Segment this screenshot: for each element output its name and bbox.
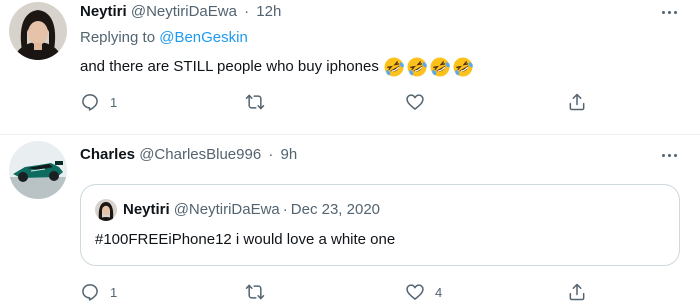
tweet-timestamp[interactable]: 9h bbox=[281, 146, 298, 163]
quoted-tweet-card[interactable]: Neytiri @NeytiriDaEwa · Dec 23, 2020 #10… bbox=[80, 184, 680, 266]
tweet-text: and there are STILL people who buy iphon… bbox=[80, 56, 474, 78]
tweet-text-content: and there are STILL people who buy iphon… bbox=[80, 58, 379, 75]
more-icon[interactable] bbox=[658, 7, 680, 17]
heart-icon bbox=[406, 284, 424, 300]
replying-to-handle-link[interactable]: @BenGeskin bbox=[159, 29, 248, 46]
reply-icon bbox=[82, 284, 98, 301]
reply-count: 1 bbox=[110, 284, 118, 300]
reply-button[interactable]: 1 bbox=[80, 91, 117, 113]
share-button[interactable] bbox=[567, 281, 587, 303]
author-avatar[interactable] bbox=[9, 141, 67, 199]
tweet-quote[interactable]: Charles @CharlesBlue996 · 9h Neytiri @Ne… bbox=[0, 135, 700, 307]
quoted-tweet-date: Dec 23, 2020 bbox=[290, 201, 381, 218]
author-handle[interactable]: @CharlesBlue996 bbox=[139, 146, 261, 163]
rolling-on-floor-laughing-icon bbox=[407, 57, 427, 77]
retweet-icon bbox=[245, 94, 265, 110]
retweet-icon bbox=[245, 284, 265, 300]
like-button[interactable]: 4 bbox=[405, 281, 442, 303]
heart-icon bbox=[406, 94, 424, 110]
emoji-group bbox=[383, 56, 474, 78]
retweet-button[interactable] bbox=[245, 91, 275, 113]
rolling-on-floor-laughing-icon bbox=[453, 57, 473, 77]
more-icon[interactable] bbox=[658, 150, 680, 160]
tweet-actions: 1 bbox=[80, 91, 590, 113]
separator-dot: · bbox=[282, 201, 288, 218]
replying-prefix: Replying to bbox=[80, 29, 156, 46]
author-name[interactable]: Charles bbox=[80, 146, 135, 163]
tweet-actions: 1 4 bbox=[80, 281, 590, 303]
separator-dot: · bbox=[268, 146, 274, 163]
reply-button[interactable]: 1 bbox=[80, 281, 117, 303]
author-avatar[interactable] bbox=[9, 2, 67, 60]
replying-to-line: Replying to @BenGeskin bbox=[80, 28, 248, 48]
rolling-on-floor-laughing-icon bbox=[384, 57, 404, 77]
share-icon bbox=[569, 93, 585, 111]
tweet-timestamp[interactable]: 12h bbox=[256, 3, 281, 20]
retweet-button[interactable] bbox=[245, 281, 275, 303]
author-name[interactable]: Neytiri bbox=[80, 3, 127, 20]
tweet-reply[interactable]: Neytiri @NeytiriDaEwa · 12h Replying to … bbox=[0, 0, 700, 135]
rolling-on-floor-laughing-icon bbox=[430, 57, 450, 77]
reply-icon bbox=[82, 94, 98, 111]
tweet-header: Charles @CharlesBlue996 · 9h bbox=[80, 145, 297, 165]
quoted-tweet-header: Neytiri @NeytiriDaEwa · Dec 23, 2020 bbox=[95, 199, 380, 221]
separator-dot: · bbox=[244, 3, 250, 20]
quoted-tweet-text: #100FREEiPhone12 i would love a white on… bbox=[95, 231, 396, 248]
like-count: 4 bbox=[435, 284, 443, 300]
author-handle[interactable]: @NeytiriDaEwa bbox=[131, 3, 237, 20]
tweet-header: Neytiri @NeytiriDaEwa · 12h bbox=[80, 2, 281, 22]
reply-count: 1 bbox=[110, 94, 118, 110]
quoted-author-handle: @NeytiriDaEwa bbox=[173, 201, 280, 218]
share-button[interactable] bbox=[567, 91, 587, 113]
quoted-author-avatar bbox=[95, 199, 117, 221]
share-icon bbox=[569, 283, 585, 301]
like-button[interactable] bbox=[405, 91, 435, 113]
quoted-author-name: Neytiri bbox=[123, 201, 170, 218]
